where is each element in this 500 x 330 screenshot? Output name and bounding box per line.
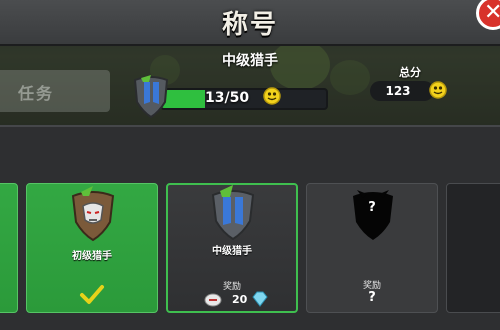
background-tab (0, 70, 110, 112)
title-card-label: 中级猎手 (212, 246, 252, 257)
reward-value: 20 (232, 293, 248, 306)
page-title: 称号 (221, 10, 278, 40)
check-icon (80, 285, 104, 304)
reward-value: ? (368, 290, 376, 305)
background-tab-label: 任务 (18, 84, 55, 103)
title-card-partial[interactable] (446, 183, 500, 313)
progress-text: 13/50 (205, 90, 250, 106)
title-card-junior-hunter[interactable]: 初级猎手 (26, 183, 158, 313)
close-icon: ✕ (484, 0, 500, 25)
blue-boots-shield-icon (211, 185, 255, 241)
current-title-name: 中级猎手 (222, 53, 278, 69)
gem-icon (252, 291, 268, 307)
coin-icon (263, 87, 281, 105)
title-card-partial[interactable] (0, 183, 18, 313)
total-score-value: 123 (385, 84, 411, 98)
token-icon (204, 293, 222, 307)
reward-label: 奖励 (222, 282, 241, 292)
mask-shield-icon (71, 186, 115, 242)
total-score-label: 总分 (399, 66, 421, 79)
title-card-locked[interactable]: ? 奖励 ? (306, 183, 438, 313)
locked-title-mark: ? (368, 200, 376, 215)
blue-boots-shield-icon (133, 75, 169, 118)
title-card-intermediate-hunter[interactable]: 中级猎手 奖励 20 (166, 183, 298, 313)
title-card-label: 初级猎手 (72, 251, 112, 262)
coin-icon (429, 81, 447, 99)
header-bar: 称号 (0, 0, 500, 46)
